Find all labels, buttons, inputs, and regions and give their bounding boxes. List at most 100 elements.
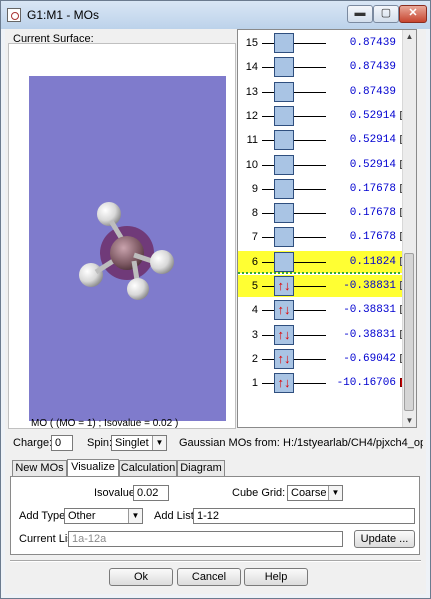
- mo-number: 6: [251, 255, 258, 268]
- minimize-button[interactable]: ▬: [347, 5, 373, 23]
- dialog-body: Current Surface: MO ((MO = 1) ; Isovalu…: [5, 29, 426, 594]
- chevron-down-icon: ▼: [152, 436, 166, 450]
- mo-energy-value: 0.17678: [349, 207, 396, 220]
- current-list-field: 1a-12a: [68, 531, 343, 547]
- ok-button[interactable]: Ok: [109, 568, 173, 586]
- add-list-input[interactable]: 1-12: [193, 508, 415, 524]
- mos-window: G1:M1 - MOs ▬ ▢ ✕ Current Surface: MO (…: [0, 0, 431, 599]
- tab-calculation[interactable]: Calculation: [119, 460, 177, 476]
- mo-orbital-box[interactable]: [274, 105, 294, 126]
- scroll-thumb[interactable]: [404, 253, 414, 411]
- mo-orbital-box[interactable]: [274, 178, 294, 199]
- gaussian-source-label: Gaussian MOs from:: [179, 437, 280, 449]
- tab-diagram[interactable]: Diagram: [177, 460, 225, 476]
- mo-row[interactable]: 3 ↑↓ -0.38831: [238, 324, 409, 346]
- chevron-down-icon: ▼: [128, 509, 142, 523]
- mo-number: 10: [245, 158, 258, 171]
- mo-scrollbar[interactable]: ▲ ▼: [402, 30, 416, 427]
- window-title: G1:M1 - MOs: [27, 8, 100, 22]
- update-button[interactable]: Update ...: [354, 530, 415, 548]
- chevron-down-icon: ▼: [328, 486, 342, 500]
- mo-row[interactable]: 13 0.87439: [238, 81, 408, 103]
- mo-number: 15: [245, 37, 258, 49]
- mo-energy-value: 0.11824: [349, 255, 396, 268]
- mo-status-label: MO ( (MO = 1) ; Isovalue = 0.02 ): [31, 418, 179, 429]
- mo-row[interactable]: 2 ↑↓ -0.69042: [238, 348, 409, 370]
- mo-row[interactable]: 1 ↑↓ -10.16706: [238, 372, 409, 394]
- mo-number: 12: [245, 109, 258, 122]
- mo-orbital-box[interactable]: [274, 57, 294, 78]
- isovalue-label: Isovalue:: [94, 487, 139, 499]
- app-icon: [7, 8, 21, 22]
- mo-row[interactable]: 11 0.52914: [238, 129, 409, 151]
- tab-new-mos[interactable]: New MOs: [12, 460, 67, 476]
- mo-number: 3: [251, 328, 258, 341]
- homo-lumo-divider: [238, 272, 408, 274]
- mo-number: 2: [251, 352, 258, 365]
- mo-orbital-box[interactable]: [274, 130, 294, 151]
- mo-number: 7: [251, 231, 258, 244]
- surface-frame: MO ( (MO = 1) ; Isovalue = 0.02 ): [8, 43, 236, 429]
- charge-label: Charge:: [13, 437, 53, 449]
- scroll-up-icon[interactable]: ▲: [403, 30, 416, 43]
- isovalue-input[interactable]: 0.02: [133, 485, 169, 501]
- mo-row[interactable]: 15 0.87439: [238, 32, 408, 54]
- mo-row[interactable]: 9 0.17678: [238, 178, 409, 200]
- mo-row[interactable]: 4 ↑↓ -0.38831: [238, 299, 409, 321]
- mo-energy-value: 0.52914: [349, 109, 396, 122]
- mo-energy-value: -0.38831: [343, 328, 396, 341]
- mo-row[interactable]: 5 ↑↓ -0.38831: [238, 275, 409, 297]
- help-button[interactable]: Help: [244, 568, 308, 586]
- mo-row[interactable]: 6 0.11824: [238, 250, 409, 273]
- mo-orbital-box[interactable]: ↑↓: [274, 373, 294, 394]
- mo-energy-value: 0.87439: [349, 85, 396, 98]
- footer-divider: [10, 560, 421, 562]
- molecule-viewport[interactable]: [29, 76, 226, 421]
- title-bar[interactable]: G1:M1 - MOs ▬ ▢ ✕: [1, 1, 430, 29]
- tab-visualize[interactable]: Visualize: [67, 459, 119, 477]
- scroll-down-icon[interactable]: ▼: [403, 414, 416, 427]
- mo-number: 5: [251, 280, 258, 292]
- mo-row[interactable]: 12 0.52914: [238, 105, 409, 127]
- hydrogen-atom: [79, 263, 103, 287]
- charge-input[interactable]: 0: [51, 435, 73, 451]
- mo-orbital-box[interactable]: [274, 154, 294, 175]
- add-type-value: Other: [68, 510, 96, 522]
- mo-orbital-box[interactable]: [274, 227, 294, 248]
- mo-orbital-box[interactable]: ↑↓: [274, 276, 294, 296]
- mo-energy-value: -0.69042: [343, 352, 396, 365]
- close-button[interactable]: ✕: [399, 5, 427, 23]
- mo-orbital-box[interactable]: [274, 81, 294, 102]
- spin-label: Spin:: [87, 437, 113, 449]
- mo-number: 1: [251, 377, 258, 390]
- ch4-molecule-render: [79, 202, 174, 300]
- mo-energy-value: 0.52914: [349, 158, 396, 171]
- mo-energy-value: 0.87439: [349, 61, 396, 74]
- add-type-select[interactable]: Other ▼: [64, 508, 143, 524]
- mo-row[interactable]: 8 0.17678: [238, 202, 409, 224]
- mo-energy-diagram[interactable]: 15 0.87439 14 0.87439 13 0.87439 12 0.52914 11 0.…: [237, 29, 417, 428]
- mo-orbital-box[interactable]: [274, 33, 294, 53]
- mo-energy-value: 0.17678: [349, 182, 396, 195]
- add-list-label: Add List:: [154, 510, 197, 522]
- maximize-button[interactable]: ▢: [373, 5, 399, 23]
- mo-orbital-box[interactable]: [274, 203, 294, 224]
- mo-energy-value: 0.52914: [349, 134, 396, 147]
- mo-orbital-box[interactable]: [274, 251, 294, 272]
- mo-row[interactable]: 14 0.87439: [238, 56, 408, 78]
- mo-number: 14: [245, 61, 258, 74]
- cancel-button[interactable]: Cancel: [177, 568, 241, 586]
- mo-row[interactable]: 7 0.17678: [238, 226, 409, 248]
- mo-number: 8: [251, 207, 258, 220]
- gaussian-source-path: H:/1styearlab/CH4/pjxch4_optf_po: [283, 437, 423, 449]
- spin-select[interactable]: Singlet ▼: [111, 435, 167, 451]
- mo-orbital-box[interactable]: ↑↓: [274, 324, 294, 345]
- spin-value: Singlet: [115, 437, 149, 449]
- mo-energy-value: 0.17678: [349, 231, 396, 244]
- cube-grid-select[interactable]: Coarse ▼: [287, 485, 343, 501]
- mo-number: 9: [251, 182, 258, 195]
- mo-orbital-box[interactable]: ↑↓: [274, 300, 294, 321]
- mo-row[interactable]: 10 0.52914: [238, 154, 409, 176]
- mo-energy-value: -0.38831: [343, 280, 396, 292]
- mo-orbital-box[interactable]: ↑↓: [274, 348, 294, 369]
